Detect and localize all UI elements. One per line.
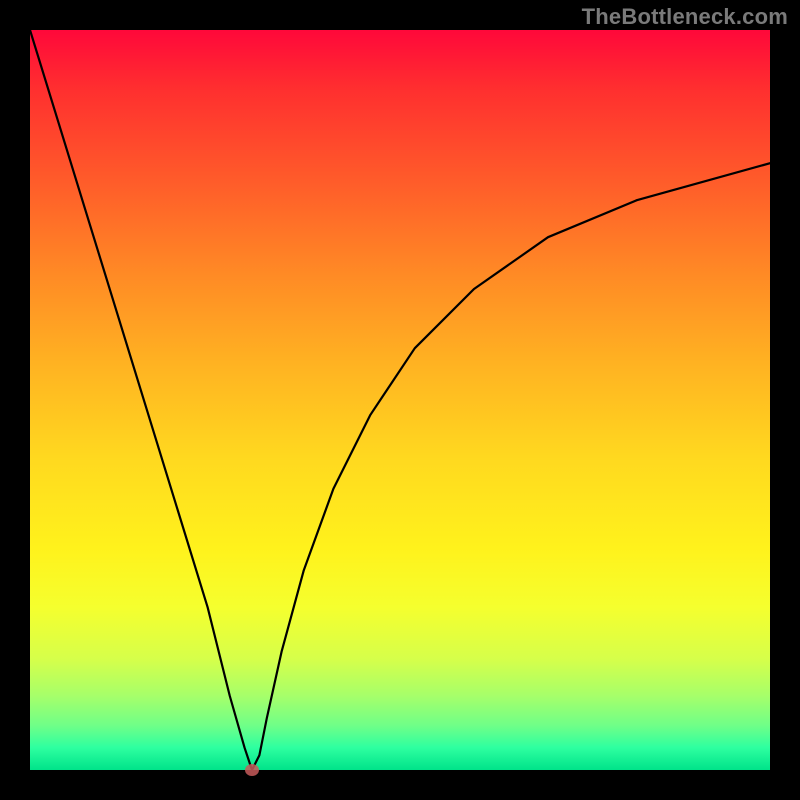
watermark-text: TheBottleneck.com (582, 4, 788, 30)
bottleneck-curve-path (30, 30, 770, 770)
chart-stage: TheBottleneck.com (0, 0, 800, 800)
plot-area (30, 30, 770, 770)
minimum-marker (245, 764, 259, 776)
curve-svg (30, 30, 770, 770)
